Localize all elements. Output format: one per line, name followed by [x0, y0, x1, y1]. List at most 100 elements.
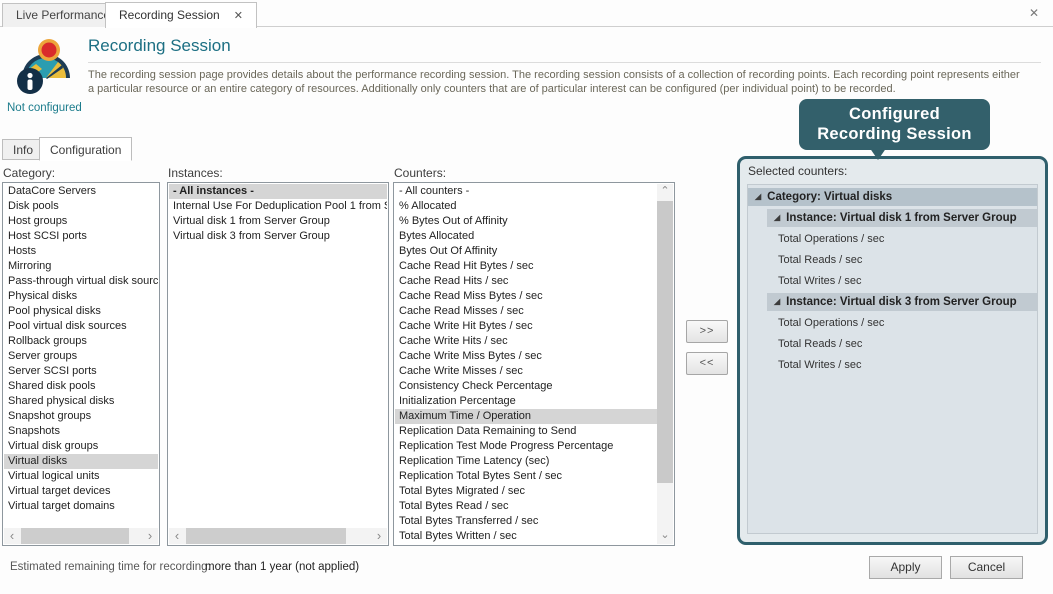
selected-counters-tree[interactable]: ◢ Category: Virtual disks ◢Instance: Virtu…: [747, 184, 1038, 534]
list-item[interactable]: Maximum Time / Operation: [395, 409, 657, 424]
list-item[interactable]: % Allocated: [395, 199, 657, 214]
tree-counter-row[interactable]: Total Reads / sec: [767, 335, 1037, 353]
scroll-down-icon[interactable]: ⌄: [657, 528, 673, 544]
list-item[interactable]: Cache Write Miss Bytes / sec: [395, 349, 657, 364]
tree-row-label: Total Operations / sec: [778, 233, 884, 245]
list-item[interactable]: Cache Read Hits / sec: [395, 274, 657, 289]
list-item[interactable]: Replication Test Mode Progress Percentag…: [395, 439, 657, 454]
tree-counter-row[interactable]: Total Writes / sec: [767, 272, 1037, 290]
list-item[interactable]: Internal Use For Deduplication Pool 1 fr…: [169, 199, 387, 214]
tree-counter-row[interactable]: Total Reads / sec: [767, 251, 1037, 269]
tab-recording-session[interactable]: Recording Session✕: [105, 2, 257, 28]
expand-collapse-icon[interactable]: ◢: [774, 209, 780, 227]
list-item[interactable]: Total Bytes Migrated / sec: [395, 484, 657, 499]
category-label: Category:: [3, 166, 55, 180]
scroll-up-icon[interactable]: ⌃: [657, 184, 673, 200]
list-item[interactable]: Cache Read Misses / sec: [395, 304, 657, 319]
tree-counter-row[interactable]: Total Writes / sec: [767, 356, 1037, 374]
status-not-configured[interactable]: Not configured: [7, 102, 82, 114]
scroll-left-icon[interactable]: ‹: [169, 528, 185, 544]
list-item[interactable]: Consistency Check Percentage: [395, 379, 657, 394]
list-item[interactable]: Replication Time Latency (sec): [395, 454, 657, 469]
tab-close-icon[interactable]: ✕: [234, 10, 243, 22]
list-item[interactable]: Cache Write Hit Bytes / sec: [395, 319, 657, 334]
list-item[interactable]: Replication Data Remaining to Send: [395, 424, 657, 439]
list-item[interactable]: Physical disks: [4, 289, 158, 304]
list-item[interactable]: Pool physical disks: [4, 304, 158, 319]
instances-items: - All instances -Internal Use For Dedupl…: [169, 184, 387, 528]
tab-info[interactable]: Info: [2, 139, 44, 160]
list-item[interactable]: - All instances -: [169, 184, 387, 199]
list-item[interactable]: Pass-through virtual disk sources: [4, 274, 158, 289]
list-item[interactable]: Total Bytes Written / sec: [395, 529, 657, 544]
cancel-button[interactable]: Cancel: [950, 556, 1023, 579]
tree-row-label: Category: Virtual disks: [767, 191, 892, 203]
list-item[interactable]: Cache Write Hits / sec: [395, 334, 657, 349]
list-item[interactable]: Shared physical disks: [4, 394, 158, 409]
expand-collapse-icon[interactable]: ◢: [774, 293, 780, 311]
tree-row-label: Total Writes / sec: [778, 275, 862, 287]
list-item[interactable]: % Bytes Out of Affinity: [395, 214, 657, 229]
list-item[interactable]: Host SCSI ports: [4, 229, 158, 244]
list-item[interactable]: Bytes Allocated: [395, 229, 657, 244]
selected-counters-label: Selected counters:: [748, 164, 847, 178]
tree-instance-row[interactable]: ◢Instance: Virtual disk 1 from Server Gr…: [767, 209, 1037, 227]
counters-label: Counters:: [394, 166, 446, 180]
tree-row-label: Total Reads / sec: [778, 338, 862, 350]
counters-vertical-scrollbar[interactable]: ⌃ ⌄: [657, 184, 673, 544]
instances-horizontal-scrollbar[interactable]: ‹ ›: [169, 528, 387, 544]
category-horizontal-scrollbar[interactable]: ‹ ›: [4, 528, 158, 544]
list-item[interactable]: Cache Read Hit Bytes / sec: [395, 259, 657, 274]
list-item[interactable]: Virtual target domains: [4, 499, 158, 514]
list-item[interactable]: Pool virtual disk sources: [4, 319, 158, 334]
list-item[interactable]: Disk pools: [4, 199, 158, 214]
tab-configuration[interactable]: Configuration: [39, 137, 132, 161]
tree-category-row[interactable]: ◢ Category: Virtual disks: [748, 188, 1037, 206]
scrollbar-thumb[interactable]: [21, 528, 129, 544]
list-item[interactable]: Mirroring: [4, 259, 158, 274]
list-item[interactable]: DataCore Servers: [4, 184, 158, 199]
remove-counters-button[interactable]: <<: [686, 352, 728, 375]
instances-listbox[interactable]: - All instances -Internal Use For Dedupl…: [167, 182, 389, 546]
list-item[interactable]: Virtual logical units: [4, 469, 158, 484]
list-item[interactable]: Virtual disk 3 from Server Group: [169, 229, 387, 244]
expand-collapse-icon[interactable]: ◢: [755, 188, 761, 206]
tree-counter-row[interactable]: Total Operations / sec: [767, 230, 1037, 248]
list-item[interactable]: Server SCSI ports: [4, 364, 158, 379]
list-item[interactable]: Snapshots: [4, 424, 158, 439]
counters-listbox[interactable]: - All counters -% Allocated% Bytes Out o…: [393, 182, 675, 546]
list-item[interactable]: Virtual disk 1 from Server Group: [169, 214, 387, 229]
scrollbar-thumb[interactable]: [186, 528, 346, 544]
recording-session-window: Live Performance Recording Session✕ ✕ No…: [0, 0, 1053, 594]
list-item[interactable]: Bytes Out Of Affinity: [395, 244, 657, 259]
list-item[interactable]: Rollback groups: [4, 334, 158, 349]
list-item[interactable]: Cache Read Miss Bytes / sec: [395, 289, 657, 304]
category-listbox[interactable]: DataCore ServersDisk poolsHost groupsHos…: [2, 182, 160, 546]
list-item[interactable]: Virtual disk groups: [4, 439, 158, 454]
page-description: The recording session page provides deta…: [88, 69, 1020, 96]
list-item[interactable]: Cache Write Misses / sec: [395, 364, 657, 379]
list-item[interactable]: Replication Total Bytes Sent / sec: [395, 469, 657, 484]
apply-button[interactable]: Apply: [869, 556, 942, 579]
tree-instance-row[interactable]: ◢Instance: Virtual disk 3 from Server Gr…: [767, 293, 1037, 311]
add-counters-button[interactable]: >>: [686, 320, 728, 343]
scroll-right-icon[interactable]: ›: [142, 528, 158, 544]
list-item[interactable]: Snapshot groups: [4, 409, 158, 424]
scroll-left-icon[interactable]: ‹: [4, 528, 20, 544]
scrollbar-thumb[interactable]: [657, 201, 673, 483]
list-item[interactable]: Total Bytes Read / sec: [395, 499, 657, 514]
estimated-time-label: Estimated remaining time for recording:: [10, 561, 211, 573]
list-item[interactable]: Virtual target devices: [4, 484, 158, 499]
window-close-icon[interactable]: ✕: [1029, 6, 1039, 20]
list-item[interactable]: Shared disk pools: [4, 379, 158, 394]
list-item[interactable]: Host groups: [4, 214, 158, 229]
list-item[interactable]: Initialization Percentage: [395, 394, 657, 409]
list-item[interactable]: Server groups: [4, 349, 158, 364]
list-item[interactable]: Total Bytes Transferred / sec: [395, 514, 657, 529]
tree-row-label: Total Writes / sec: [778, 359, 862, 371]
list-item[interactable]: - All counters -: [395, 184, 657, 199]
tree-counter-row[interactable]: Total Operations / sec: [767, 314, 1037, 332]
list-item[interactable]: Hosts: [4, 244, 158, 259]
list-item[interactable]: Virtual disks: [4, 454, 158, 469]
scroll-right-icon[interactable]: ›: [371, 528, 387, 544]
